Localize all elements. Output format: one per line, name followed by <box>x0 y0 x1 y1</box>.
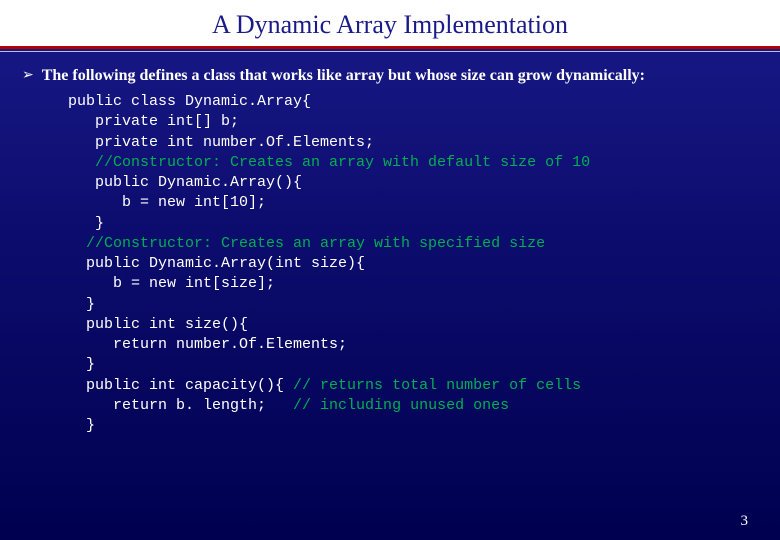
slide-content: ➢ The following defines a class that wor… <box>0 52 780 436</box>
code-line: b = new int[10]; <box>68 194 266 211</box>
divider-red <box>0 46 780 49</box>
code-line: private int[] b; <box>68 113 239 130</box>
code-line: } <box>68 215 104 232</box>
bullet-item: ➢ The following defines a class that wor… <box>22 66 760 86</box>
code-comment: //Constructor: Creates an array with def… <box>68 154 590 171</box>
page-number: 3 <box>741 513 749 530</box>
slide-title: A Dynamic Array Implementation <box>0 10 780 40</box>
bullet-text: The following defines a class that works… <box>42 66 645 86</box>
code-line: public Dynamic.Array(){ <box>68 174 302 191</box>
code-line: } <box>68 356 95 373</box>
code-line: return number.Of.Elements; <box>68 336 347 353</box>
code-block: public class Dynamic.Array{ private int[… <box>68 92 760 436</box>
title-bar: A Dynamic Array Implementation <box>0 0 780 46</box>
code-comment: //Constructor: Creates an array with spe… <box>68 235 545 252</box>
code-comment: // returns total number of cells <box>293 377 581 394</box>
code-line: private int number.Of.Elements; <box>68 134 374 151</box>
code-line: public int capacity(){ <box>68 377 293 394</box>
code-line: return b. length; <box>68 397 293 414</box>
code-line: public Dynamic.Array(int size){ <box>68 255 365 272</box>
code-comment: // including unused ones <box>293 397 509 414</box>
code-line: } <box>68 417 95 434</box>
code-line: public class Dynamic.Array{ <box>68 93 311 110</box>
bullet-arrow-icon: ➢ <box>22 66 34 86</box>
code-line: public int size(){ <box>68 316 248 333</box>
code-line: } <box>68 296 95 313</box>
code-line: b = new int[size]; <box>68 275 275 292</box>
